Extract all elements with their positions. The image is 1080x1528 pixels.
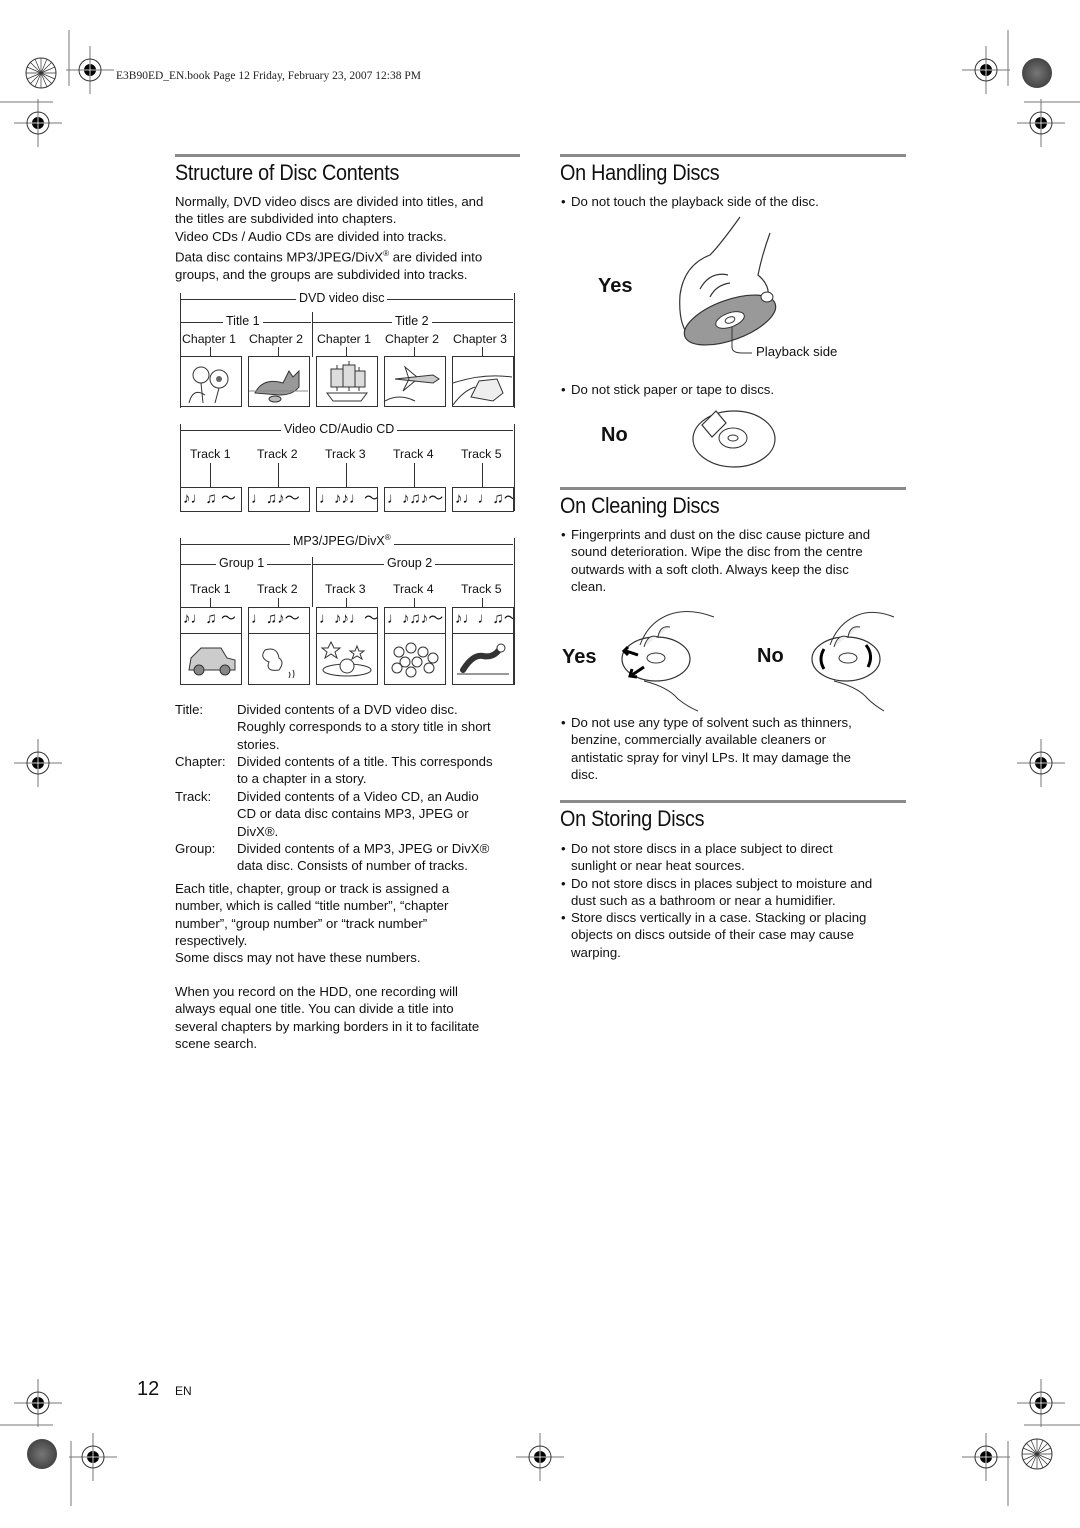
page-number: 12 <box>137 1378 160 1400</box>
track-label: Track 4 <box>393 447 434 461</box>
numbering-paragraph: Each title, chapter, group or track is a… <box>175 881 450 966</box>
structure-intro: Normally, DVD video discs are divided in… <box>175 194 484 282</box>
cleaning-heading: On Cleaning Discs <box>560 493 720 518</box>
track-label: Track 5 <box>461 582 502 596</box>
print-header: E3B90ED_EN.book Page 12 Friday, February… <box>116 70 421 82</box>
cleaning-bullet-1: • Fingerprints and dust on the disc caus… <box>561 527 871 594</box>
cleaning-yes-label: Yes <box>562 646 597 668</box>
page-language: EN <box>175 1384 192 1398</box>
dark-mark-top-right <box>1022 58 1052 88</box>
hand-holding-disc-illustration <box>679 216 777 354</box>
dvd-label: DVD video disc <box>296 291 388 305</box>
chapter-label: Chapter 3 <box>453 332 508 346</box>
music-notes-icon: ♪♩♩♫～ <box>452 607 514 634</box>
music-notes-icon: ♩♫♪～ <box>248 607 310 634</box>
flowers-image <box>384 633 446 685</box>
handling-heading: On Handling Discs <box>560 160 720 185</box>
car-image <box>180 633 242 685</box>
wipe-outward-illustration <box>621 611 715 712</box>
title2-label: Title 2 <box>392 314 432 328</box>
music-notes-icon: ♩♪♪♩～ <box>316 487 378 512</box>
disc-with-tape-illustration <box>692 410 776 468</box>
section-rule <box>175 154 520 157</box>
group2-label: Group 2 <box>384 556 436 570</box>
music-notes-icon: ♩♫♪～ <box>248 487 310 512</box>
sunflowers-image <box>180 356 242 407</box>
planet-stars-image <box>316 633 378 685</box>
starburst-mark-top-left <box>25 57 57 89</box>
mp3-label: MP3/JPEG/DivX® <box>290 533 394 549</box>
car-on-road-image <box>452 356 514 407</box>
track-label: Track 1 <box>190 447 231 461</box>
chapter-label: Chapter 1 <box>317 332 372 346</box>
caterpillar-image <box>452 633 514 685</box>
handling-bullet-1: • Do not touch the playback side of the … <box>561 194 819 209</box>
group1-label: Group 1 <box>216 556 268 570</box>
storing-bullet-2: • Do not store discs in places subject t… <box>561 876 873 909</box>
structure-heading: Structure of Disc Contents <box>175 160 400 185</box>
track-label: Track 1 <box>190 582 231 596</box>
cd-label: Video CD/Audio CD <box>281 422 398 436</box>
wipe-circular-illustration <box>811 611 895 712</box>
airplane-image <box>384 356 446 407</box>
handling-bullet-2: • Do not stick paper or tape to discs. <box>561 382 775 397</box>
definition-track: Track: Divided contents of a Video CD, a… <box>175 789 479 839</box>
registration-marks <box>0 30 1080 1506</box>
starburst-mark-bottom-right <box>1021 1438 1053 1470</box>
section-rule <box>560 154 906 157</box>
chapter-label: Chapter 2 <box>249 332 304 346</box>
storing-bullet-1: • Do not store discs in a place subject … <box>561 841 833 874</box>
storing-heading: On Storing Discs <box>560 806 705 831</box>
track-label: Track 4 <box>393 582 434 596</box>
section-rule <box>560 800 906 803</box>
cat-image <box>248 356 310 407</box>
track-label: Track 3 <box>325 582 366 596</box>
section-rule <box>560 487 906 490</box>
music-notes-icon: ♪♩♩♫～ <box>452 487 514 512</box>
track-label: Track 3 <box>325 447 366 461</box>
track-label: Track 2 <box>257 582 298 596</box>
hdd-paragraph: When you record on the HDD, one recordin… <box>175 984 480 1051</box>
music-notes-icon: ♪♩♫ ～ <box>180 487 242 512</box>
music-notes-icon: ♩♪♪♩～ <box>316 607 378 634</box>
storing-bullet-3: • Store discs vertically in a case. Stac… <box>561 910 867 960</box>
music-notes-icon: ♩♪♫♪～ <box>384 487 446 512</box>
playback-side-label: Playback side <box>756 344 838 359</box>
title1-label: Title 1 <box>223 314 263 328</box>
dark-mark-bottom-left <box>27 1439 57 1469</box>
butterfly-image <box>248 633 310 685</box>
music-notes-icon: ♩♪♫♪～ <box>384 607 446 634</box>
sailing-ship-image <box>316 356 378 407</box>
music-notes-icon: ♪♩♫ ～ <box>180 607 242 634</box>
definition-group: Group: Divided contents of a MP3, JPEG o… <box>175 841 490 874</box>
track-label: Track 2 <box>257 447 298 461</box>
track-label: Track 5 <box>461 447 502 461</box>
definition-title: Title: Divided contents of a DVD video d… <box>175 702 491 752</box>
chapter-label: Chapter 1 <box>182 332 237 346</box>
chapter-label: Chapter 2 <box>385 332 440 346</box>
cleaning-no-label: No <box>757 645 784 667</box>
no-label: No <box>601 424 628 446</box>
definition-chapter: Chapter: Divided contents of a title. Th… <box>175 754 493 787</box>
yes-label: Yes <box>598 275 633 297</box>
cleaning-bullet-2: • Do not use any type of solvent such as… <box>561 715 852 782</box>
